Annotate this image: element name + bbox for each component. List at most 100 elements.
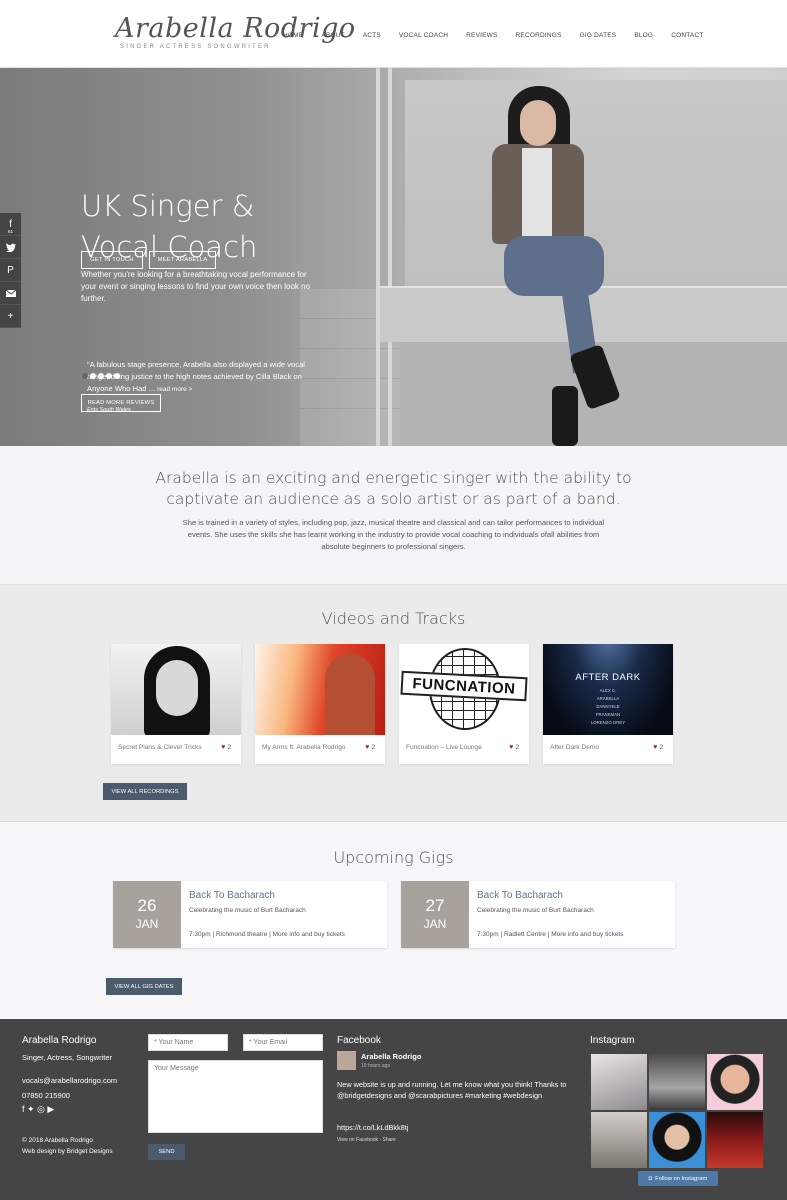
thumbnail-name: FRANKMAN [595, 712, 621, 717]
facebook-share-icon[interactable]: f 61 [0, 213, 21, 236]
logo-tagline: SINGER ACTRESS SONGWRITER [120, 44, 271, 50]
carousel-dot[interactable] [106, 373, 112, 379]
intro-section: Arabella is an exciting and energetic si… [0, 446, 787, 585]
video-card[interactable]: My Arms ft. Arabella Rodrigo ♥ 2 [255, 644, 385, 764]
more-share-icon[interactable]: + [0, 305, 21, 328]
site-footer: Arabella Rodrigo Singer, Actress, Songwr… [0, 1019, 787, 1200]
gig-meta: 7:30pm | Richmond theatre | More info an… [189, 931, 345, 938]
gig-tickets-link[interactable]: More info and buy tickets [551, 931, 623, 938]
intro-body: She is trained in a variety of styles, i… [182, 518, 605, 551]
contact-message-input[interactable] [148, 1060, 323, 1133]
gigs-title: Upcoming Gigs [333, 848, 454, 867]
hero-title-line1: UK Singer & [81, 189, 255, 223]
gig-date: 26 JAN [113, 881, 181, 948]
nav-blog[interactable]: BLOG [634, 32, 653, 39]
video-thumbnail[interactable]: AFTER DARK ALEX C. ARABELLA DANNYELE FRA… [543, 644, 673, 735]
footer-email-link[interactable]: vocals@arabellarodrigo.com [22, 1076, 117, 1085]
nav-vocal-coach[interactable]: VOCAL COACH [399, 32, 448, 39]
footer-social-icons[interactable]: f ✦ ◎ ▶ [22, 1104, 54, 1115]
carousel-dot[interactable] [114, 373, 120, 379]
heart-icon: ♥ [365, 744, 370, 751]
carousel-dot[interactable] [82, 373, 88, 379]
video-likes[interactable]: ♥ 2 [221, 744, 231, 751]
gig-venue: Radlett Centre [504, 931, 546, 938]
video-card[interactable]: FUNCNATION Funcnation – Live Lounge ♥ 2 [399, 644, 529, 764]
facebook-time: 19 hours ago [361, 1063, 391, 1069]
facebook-post-link[interactable]: https://t.co/LkLdBkk8tj [337, 1123, 408, 1132]
gig-date: 27 JAN [401, 881, 469, 948]
handrail [388, 68, 392, 446]
gig-venue: Richmond theatre [216, 931, 268, 938]
video-title[interactable]: After Dark Demo [550, 744, 599, 751]
nav-gig-dates[interactable]: GIG DATES [580, 32, 617, 39]
follow-on-instagram-button[interactable]: ◘ Follow on Instagram [638, 1171, 718, 1186]
video-title[interactable]: Funcnation – Live Lounge [406, 744, 482, 751]
gig-card[interactable]: 27 JAN Back To Bacharach Celebrating the… [401, 881, 675, 948]
video-card[interactable]: AFTER DARK ALEX C. ARABELLA DANNYELE FRA… [543, 644, 673, 764]
gig-time: 7:30pm [189, 931, 211, 938]
video-likes[interactable]: ♥ 2 [653, 744, 663, 751]
heart-icon: ♥ [509, 744, 514, 751]
facebook-title: Facebook [337, 1035, 381, 1046]
facebook-author[interactable]: Arabella Rodrigo [361, 1052, 421, 1061]
video-card[interactable]: Secret Plans & Clever Tricks ♥ 2 [111, 644, 241, 764]
facebook-avatar[interactable] [337, 1051, 356, 1070]
intro-lead: Arabella is an exciting and energetic si… [155, 469, 632, 508]
twitter-share-icon[interactable] [0, 236, 21, 259]
facebook-actions[interactable]: View on Facebook · Share [337, 1137, 396, 1143]
view-all-recordings-button[interactable]: VIEW ALL RECORDINGS [103, 783, 187, 800]
gigs-section: Upcoming Gigs 26 JAN Back To Bacharach C… [0, 822, 787, 1019]
footer-credit[interactable]: Web design by Bridget Designs [22, 1148, 113, 1155]
get-in-touch-button[interactable]: GET IN TOUCH [81, 251, 143, 269]
hero-text: Whether you're looking for a breathtakin… [81, 270, 311, 303]
instagram-photo[interactable] [649, 1054, 705, 1110]
instagram-title: Instagram [590, 1035, 635, 1046]
pinterest-share-icon[interactable]: P [0, 259, 21, 282]
view-all-gig-dates-button[interactable]: VIEW ALL GIG DATES [106, 978, 182, 995]
gig-tickets-link[interactable]: More info and buy tickets [273, 931, 345, 938]
main-nav: HOME ABOUT ACTS VOCAL COACH REVIEWS RECO… [283, 32, 722, 39]
instagram-photo[interactable] [649, 1112, 705, 1168]
carousel-dot[interactable] [98, 373, 104, 379]
gig-title[interactable]: Back To Bacharach [189, 890, 275, 901]
video-thumbnail[interactable]: FUNCNATION [399, 644, 529, 735]
nav-recordings[interactable]: RECORDINGS [516, 32, 562, 39]
thumbnail-name: DANNYELE [596, 704, 620, 709]
thumbnail-title: AFTER DARK [575, 672, 641, 683]
logo-name[interactable]: Arabella Rodrigo [115, 13, 356, 44]
gig-month: JAN [135, 917, 159, 931]
gig-card[interactable]: 26 JAN Back To Bacharach Celebrating the… [113, 881, 387, 948]
nav-contact[interactable]: CONTACT [671, 32, 703, 39]
video-thumbnail[interactable] [255, 644, 385, 735]
instagram-photo[interactable] [707, 1112, 763, 1168]
meet-arabella-button[interactable]: MEET ARABELLA [149, 251, 216, 269]
gig-title[interactable]: Back To Bacharach [477, 890, 563, 901]
footer-phone[interactable]: 07850 215900 [22, 1091, 70, 1100]
read-more-link[interactable]: read more > [157, 386, 192, 393]
nav-home[interactable]: HOME [283, 32, 303, 39]
contact-name-input[interactable] [148, 1034, 228, 1051]
site-header: Arabella Rodrigo SINGER ACTRESS SONGWRIT… [0, 0, 787, 68]
instagram-photo[interactable] [707, 1054, 763, 1110]
video-title[interactable]: My Arms ft. Arabella Rodrigo [262, 744, 346, 751]
videos-title: Videos and Tracks [321, 609, 466, 628]
nav-reviews[interactable]: REVIEWS [466, 32, 497, 39]
contact-email-input[interactable] [243, 1034, 323, 1051]
video-thumbnail[interactable] [111, 644, 241, 735]
video-likes[interactable]: ♥ 2 [509, 744, 519, 751]
video-likes[interactable]: ♥ 2 [365, 744, 375, 751]
video-title[interactable]: Secret Plans & Clever Tricks [118, 744, 202, 751]
instagram-photo[interactable] [591, 1054, 647, 1110]
hero-banner: UK Singer & Vocal Coach Whether you're l… [0, 68, 787, 446]
instagram-photo[interactable] [591, 1112, 647, 1168]
nav-acts[interactable]: ACTS [363, 32, 381, 39]
nav-about[interactable]: ABOUT [321, 32, 344, 39]
read-more-reviews-button[interactable]: READ MORE REVIEWS [81, 394, 161, 412]
email-share-icon[interactable] [0, 282, 21, 305]
send-button[interactable]: SEND [148, 1144, 185, 1160]
instagram-icon: ◘ [648, 1175, 653, 1182]
gig-meta: 7:30pm | Radlett Centre | More info and … [477, 931, 624, 938]
carousel-dot[interactable] [90, 373, 96, 379]
heart-icon: ♥ [221, 744, 226, 751]
thumbnail-name: ARABELLA [596, 696, 620, 701]
